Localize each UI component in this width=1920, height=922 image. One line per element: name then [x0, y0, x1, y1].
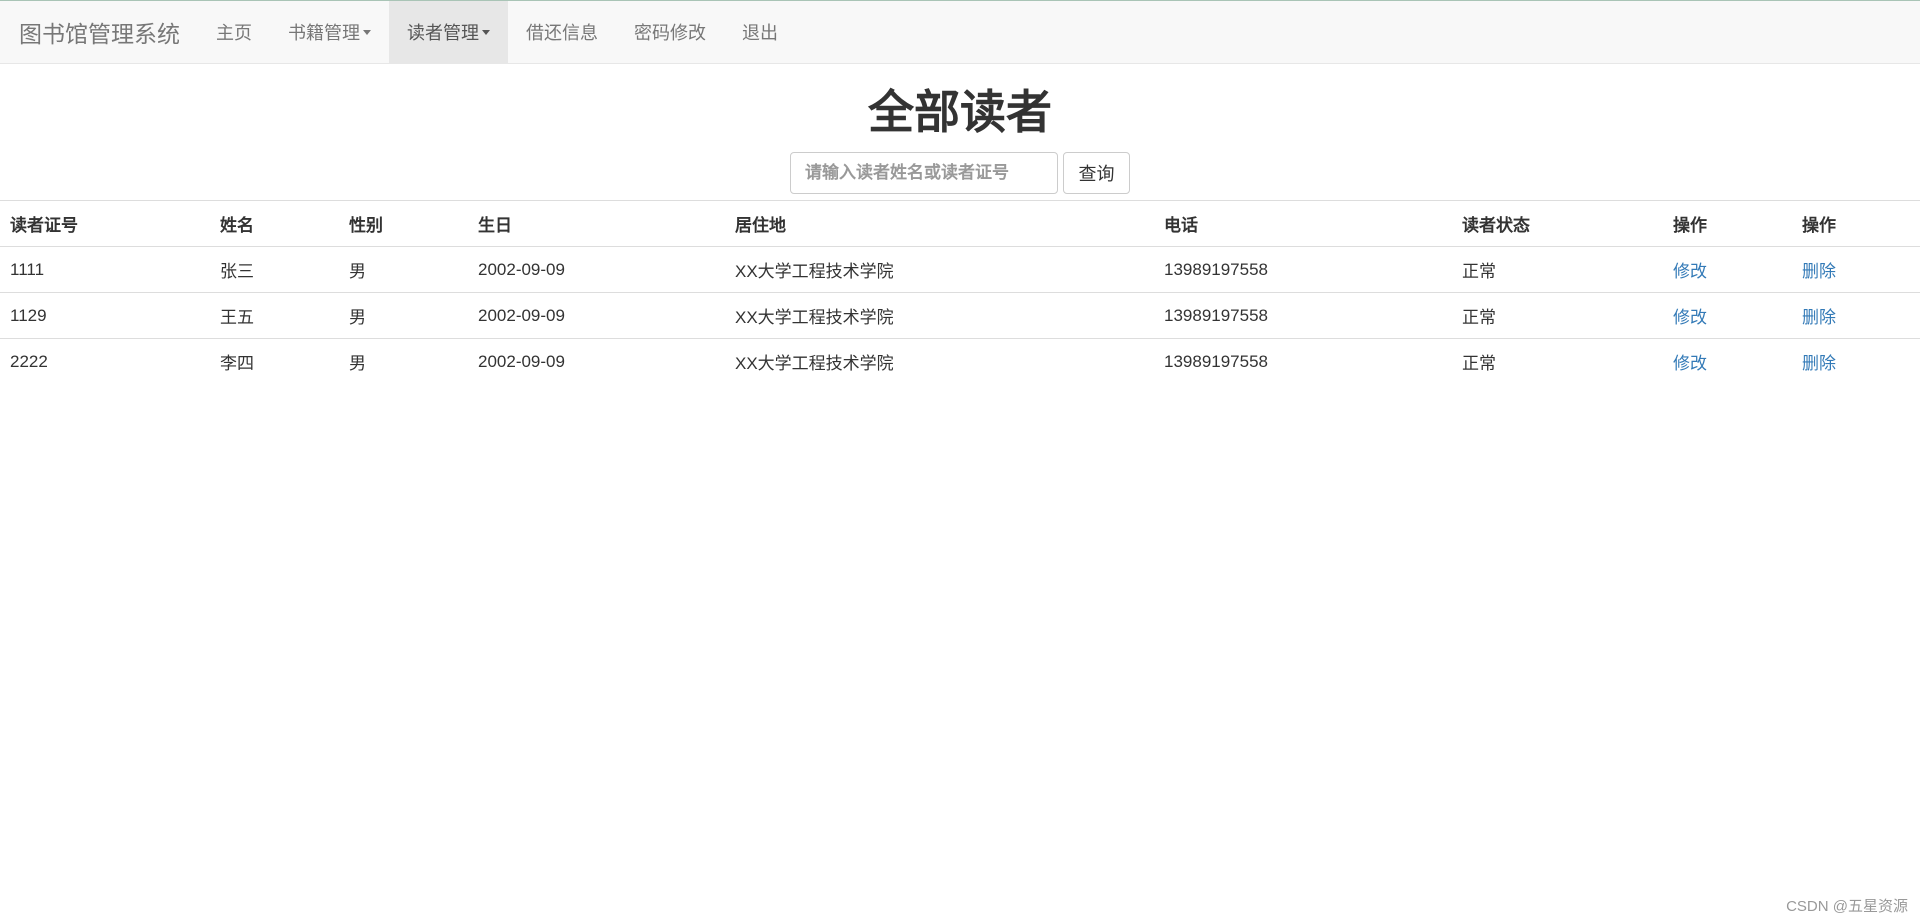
nav-item-label: 退出: [742, 23, 778, 43]
column-header-status: 读者状态: [1452, 200, 1663, 247]
nav-item-logout[interactable]: 退出: [724, 1, 796, 63]
table-header-row: 读者证号 姓名 性别 生日 居住地 电话 读者状态 操作 操作: [0, 200, 1920, 247]
cell-phone: 13989197558: [1154, 338, 1452, 384]
cell-reader-id: 2222: [0, 338, 210, 384]
cell-delete: 删除: [1792, 338, 1920, 384]
page-title: 全部读者: [868, 86, 1052, 138]
column-header-name: 姓名: [210, 200, 339, 247]
nav-item-label: 读者管理: [407, 23, 479, 43]
delete-link[interactable]: 删除: [1802, 354, 1836, 373]
cell-gender: 男: [339, 246, 468, 293]
brand-link[interactable]: 图书馆管理系统: [0, 1, 198, 63]
nav-item-change-password[interactable]: 密码修改: [616, 1, 724, 63]
caret-down-icon: [363, 29, 371, 35]
cell-phone: 13989197558: [1154, 292, 1452, 339]
cell-delete: 删除: [1792, 292, 1920, 339]
nav-item-borrow-info[interactable]: 借还信息: [508, 1, 616, 63]
cell-reader-id: 1129: [0, 292, 210, 339]
column-header-birthday: 生日: [468, 200, 725, 247]
cell-status: 正常: [1452, 246, 1663, 293]
cell-birthday: 2002-09-09: [468, 338, 725, 384]
caret-down-icon: [482, 29, 490, 35]
column-header-reader-id: 读者证号: [0, 200, 210, 247]
column-header-edit-action: 操作: [1663, 200, 1792, 247]
nav-item-label: 主页: [216, 23, 252, 43]
cell-name: 李四: [210, 338, 339, 384]
cell-status: 正常: [1452, 338, 1663, 384]
nav-item-reader-management[interactable]: 读者管理: [389, 1, 508, 63]
cell-phone: 13989197558: [1154, 246, 1452, 293]
cell-address: XX大学工程技术学院: [725, 246, 1154, 293]
cell-reader-id: 1111: [0, 246, 210, 293]
table-row: 1129 王五 男 2002-09-09 XX大学工程技术学院 13989197…: [0, 292, 1920, 339]
readers-table: 读者证号 姓名 性别 生日 居住地 电话 读者状态 操作 操作 1111 张三 …: [0, 200, 1920, 384]
top-navbar: 图书馆管理系统 主页 书籍管理 读者管理 借还信息 密码修改 退出: [0, 0, 1920, 64]
cell-name: 王五: [210, 292, 339, 339]
delete-link[interactable]: 删除: [1802, 262, 1836, 281]
cell-delete: 删除: [1792, 246, 1920, 293]
edit-link[interactable]: 修改: [1673, 308, 1707, 327]
cell-address: XX大学工程技术学院: [725, 292, 1154, 339]
cell-gender: 男: [339, 338, 468, 384]
watermark-text: CSDN @五星资源: [1786, 898, 1908, 915]
nav-item-book-management[interactable]: 书籍管理: [270, 1, 389, 63]
cell-address: XX大学工程技术学院: [725, 338, 1154, 384]
search-input[interactable]: [790, 152, 1058, 194]
column-header-gender: 性别: [339, 200, 468, 247]
nav-item-home[interactable]: 主页: [198, 1, 270, 63]
column-header-delete-action: 操作: [1792, 200, 1920, 247]
cell-gender: 男: [339, 292, 468, 339]
column-header-address: 居住地: [725, 200, 1154, 247]
nav-item-label: 密码修改: [634, 23, 706, 43]
nav-item-label: 借还信息: [526, 23, 598, 43]
table-row: 1111 张三 男 2002-09-09 XX大学工程技术学院 13989197…: [0, 246, 1920, 293]
cell-edit: 修改: [1663, 292, 1792, 339]
search-button[interactable]: 查询: [1063, 152, 1130, 194]
delete-link[interactable]: 删除: [1802, 308, 1836, 327]
cell-birthday: 2002-09-09: [468, 246, 725, 293]
edit-link[interactable]: 修改: [1673, 262, 1707, 281]
cell-status: 正常: [1452, 292, 1663, 339]
search-bar: 查询: [790, 152, 1130, 194]
edit-link[interactable]: 修改: [1673, 354, 1707, 373]
column-header-phone: 电话: [1154, 200, 1452, 247]
cell-edit: 修改: [1663, 338, 1792, 384]
cell-birthday: 2002-09-09: [468, 292, 725, 339]
nav-item-label: 书籍管理: [288, 23, 360, 43]
cell-edit: 修改: [1663, 246, 1792, 293]
cell-name: 张三: [210, 246, 339, 293]
table-row: 2222 李四 男 2002-09-09 XX大学工程技术学院 13989197…: [0, 338, 1920, 384]
